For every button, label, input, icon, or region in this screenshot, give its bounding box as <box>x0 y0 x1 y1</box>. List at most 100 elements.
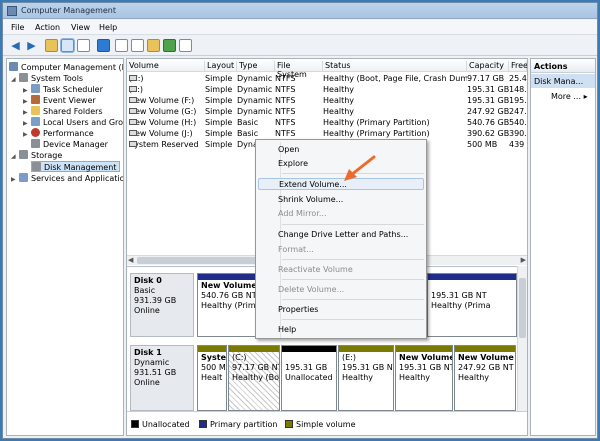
menu-item-format[interactable]: Format... <box>278 244 314 256</box>
scroll-thumb[interactable] <box>519 278 526 338</box>
actions-disk-management[interactable]: Disk Mana... <box>531 74 595 88</box>
table-cell: 390. <box>509 129 527 138</box>
menu-bar: File Action View Help <box>3 20 597 35</box>
menu-file[interactable]: File <box>11 23 24 32</box>
table-row[interactable]: New Volume (H:) Simple Basic NTFS Healthy (P… <box>127 117 527 128</box>
table-row[interactable]: (C:)Simple DynamicNTFS Healthy (Boot, Page… <box>127 73 527 84</box>
tree-item-local-users[interactable]: Local Users and Gro <box>31 117 123 128</box>
menu-item-shrink-volume[interactable]: Shrink Volume... <box>278 194 343 206</box>
tree-item-disk-management[interactable]: Disk Management <box>31 161 121 172</box>
tree-item-shared-folders[interactable]: Shared Folders <box>31 106 103 117</box>
disk-1-partition-system[interactable]: Syste 500 M Healt <box>197 345 227 411</box>
disk-0-partition-h[interactable]: New Volume ( 540.76 GB NTFS Healthy (Pri… <box>197 273 257 337</box>
disk-1-state: Online <box>134 378 160 387</box>
toolbar-button-3-icon[interactable] <box>179 39 192 52</box>
menu-item-open[interactable]: Open <box>278 144 299 156</box>
disk-1-size: 931.51 GB <box>134 368 177 377</box>
menu-item-delete-volume[interactable]: Delete Volume... <box>278 284 344 296</box>
disk-1-unallocated[interactable]: . 195.31 GB Unallocated <box>281 345 337 411</box>
table-cell: NTFS <box>275 118 296 127</box>
tree-item-system-tools[interactable]: System Tools <box>19 73 83 84</box>
disk-management-icon <box>32 162 41 171</box>
column-file-system[interactable]: File System <box>275 61 323 79</box>
toolbar-button-1-icon[interactable] <box>115 39 128 52</box>
column-volume[interactable]: Volume <box>127 61 205 72</box>
menu-item-change-drive-letter[interactable]: Change Drive Letter and Paths... <box>278 229 408 241</box>
expand-arrow-icon[interactable]: ▶ <box>23 120 28 127</box>
scroll-left-icon[interactable]: ◀ <box>128 256 133 264</box>
expand-arrow-icon[interactable]: ▶ <box>11 176 16 183</box>
tree-item-event-viewer[interactable]: Event Viewer <box>31 95 96 106</box>
table-row[interactable]: New Volume (F:) Simple Dynamic NTFS Healthy 1… <box>127 95 527 106</box>
expand-arrow-icon[interactable]: ◢ <box>11 153 16 160</box>
tree-item-device-manager[interactable]: Device Manager <box>31 139 108 150</box>
table-row[interactable]: New Volume (J:) Simple Basic NTFS Healthy (P… <box>127 128 527 139</box>
actions-header: Actions <box>531 59 595 73</box>
expand-arrow-icon[interactable]: ▶ <box>23 131 28 138</box>
title-bar: Computer Management <box>3 3 597 19</box>
tree-item-performance[interactable]: Performance <box>31 128 94 139</box>
column-capacity[interactable]: Capacity <box>467 61 509 72</box>
table-cell: Dynamic <box>237 96 273 105</box>
column-type[interactable]: Type <box>237 61 275 72</box>
scroll-right-icon[interactable]: ▶ <box>521 256 526 264</box>
tree-item-root[interactable]: Computer Management (L <box>9 62 123 73</box>
table-cell: (C:) <box>129 74 205 83</box>
menu-item-add-mirror[interactable]: Add Mirror... <box>278 208 327 220</box>
tree-item-services[interactable]: Services and Applicatio <box>19 173 123 184</box>
table-cell: Simple <box>205 85 233 94</box>
device-manager-icon <box>31 139 40 148</box>
table-cell: 195.31 GB <box>467 96 509 105</box>
volume-icon <box>129 108 137 114</box>
menu-item-properties[interactable]: Properties <box>278 304 318 316</box>
disk-1-partition-g[interactable]: New Volume 247.92 GB NT Healthy <box>454 345 516 411</box>
expand-arrow-icon[interactable]: ▶ <box>23 109 28 116</box>
tree-item-storage[interactable]: Storage <box>19 150 62 161</box>
legend-simple-volume: Simple volume <box>285 420 356 429</box>
disk-1-partition-e[interactable]: (E:) 195.31 GB NT Healthy <box>338 345 394 411</box>
disk-0-label[interactable]: Disk 0 Basic 931.39 GB Online <box>130 273 194 337</box>
table-row[interactable]: New Volume (G:) Simple Dynamic NTFS Healthy 2… <box>127 106 527 117</box>
back-arrow-icon[interactable]: ◀ <box>9 39 22 52</box>
menu-view[interactable]: View <box>71 23 90 32</box>
tree-item-task-scheduler[interactable]: Task Scheduler <box>31 84 103 95</box>
table-cell: Simple <box>205 129 233 138</box>
disk-1-label[interactable]: Disk 1 Dynamic 931.51 GB Online <box>130 345 194 411</box>
actions-more[interactable]: More ... ▸ <box>551 92 588 101</box>
menu-item-reactivate-volume[interactable]: Reactivate Volume <box>278 264 353 276</box>
vertical-scrollbar[interactable] <box>517 266 527 411</box>
expand-arrow-icon[interactable]: ◢ <box>11 76 16 83</box>
disk-0-size: 931.39 GB <box>134 296 177 305</box>
volume-icon <box>129 75 137 81</box>
table-cell: Dynamic <box>237 74 273 83</box>
forward-arrow-icon[interactable]: ▶ <box>25 39 38 52</box>
table-row[interactable]: (E:)Simple DynamicNTFS Healthy 195.31 GB148… <box>127 84 527 95</box>
properties-icon[interactable] <box>77 39 90 52</box>
toolbar-button-2-icon[interactable] <box>131 39 144 52</box>
menu-action[interactable]: Action <box>35 23 60 32</box>
disk-1-partition-f[interactable]: New Volume 195.31 GB NT Healthy <box>395 345 453 411</box>
menu-item-explore[interactable]: Explore <box>278 158 308 170</box>
toolbar-check-icon[interactable] <box>163 39 176 52</box>
help-icon[interactable] <box>97 39 110 52</box>
disk-0-partition-j[interactable]: . 195.31 GB NT Healthy (Prima <box>427 273 517 337</box>
menu-help[interactable]: Help <box>99 23 117 32</box>
simple-volume-swatch <box>285 420 293 428</box>
column-layout[interactable]: Layout <box>205 61 237 72</box>
menu-separator <box>282 259 424 260</box>
chevron-right-icon: ▸ <box>583 92 588 101</box>
table-cell: New Volume (F:) <box>129 96 195 105</box>
column-free[interactable]: Free <box>509 61 527 72</box>
toolbar-folder-icon[interactable] <box>147 39 160 52</box>
disk-1-partition-c[interactable]: (C:) 97.17 GB NT Healthy (Boo <box>228 345 280 411</box>
table-cell: 390.62 GB <box>467 129 509 138</box>
column-status[interactable]: Status <box>323 61 467 72</box>
show-hide-tree-icon[interactable] <box>60 38 75 53</box>
unallocated-swatch <box>131 420 139 428</box>
expand-arrow-icon[interactable]: ▶ <box>23 87 28 94</box>
expand-arrow-icon[interactable]: ▶ <box>23 98 28 105</box>
up-folder-icon[interactable] <box>45 39 58 52</box>
table-cell: NTFS <box>275 74 296 83</box>
table-cell: NTFS <box>275 129 296 138</box>
menu-item-help[interactable]: Help <box>278 324 296 336</box>
